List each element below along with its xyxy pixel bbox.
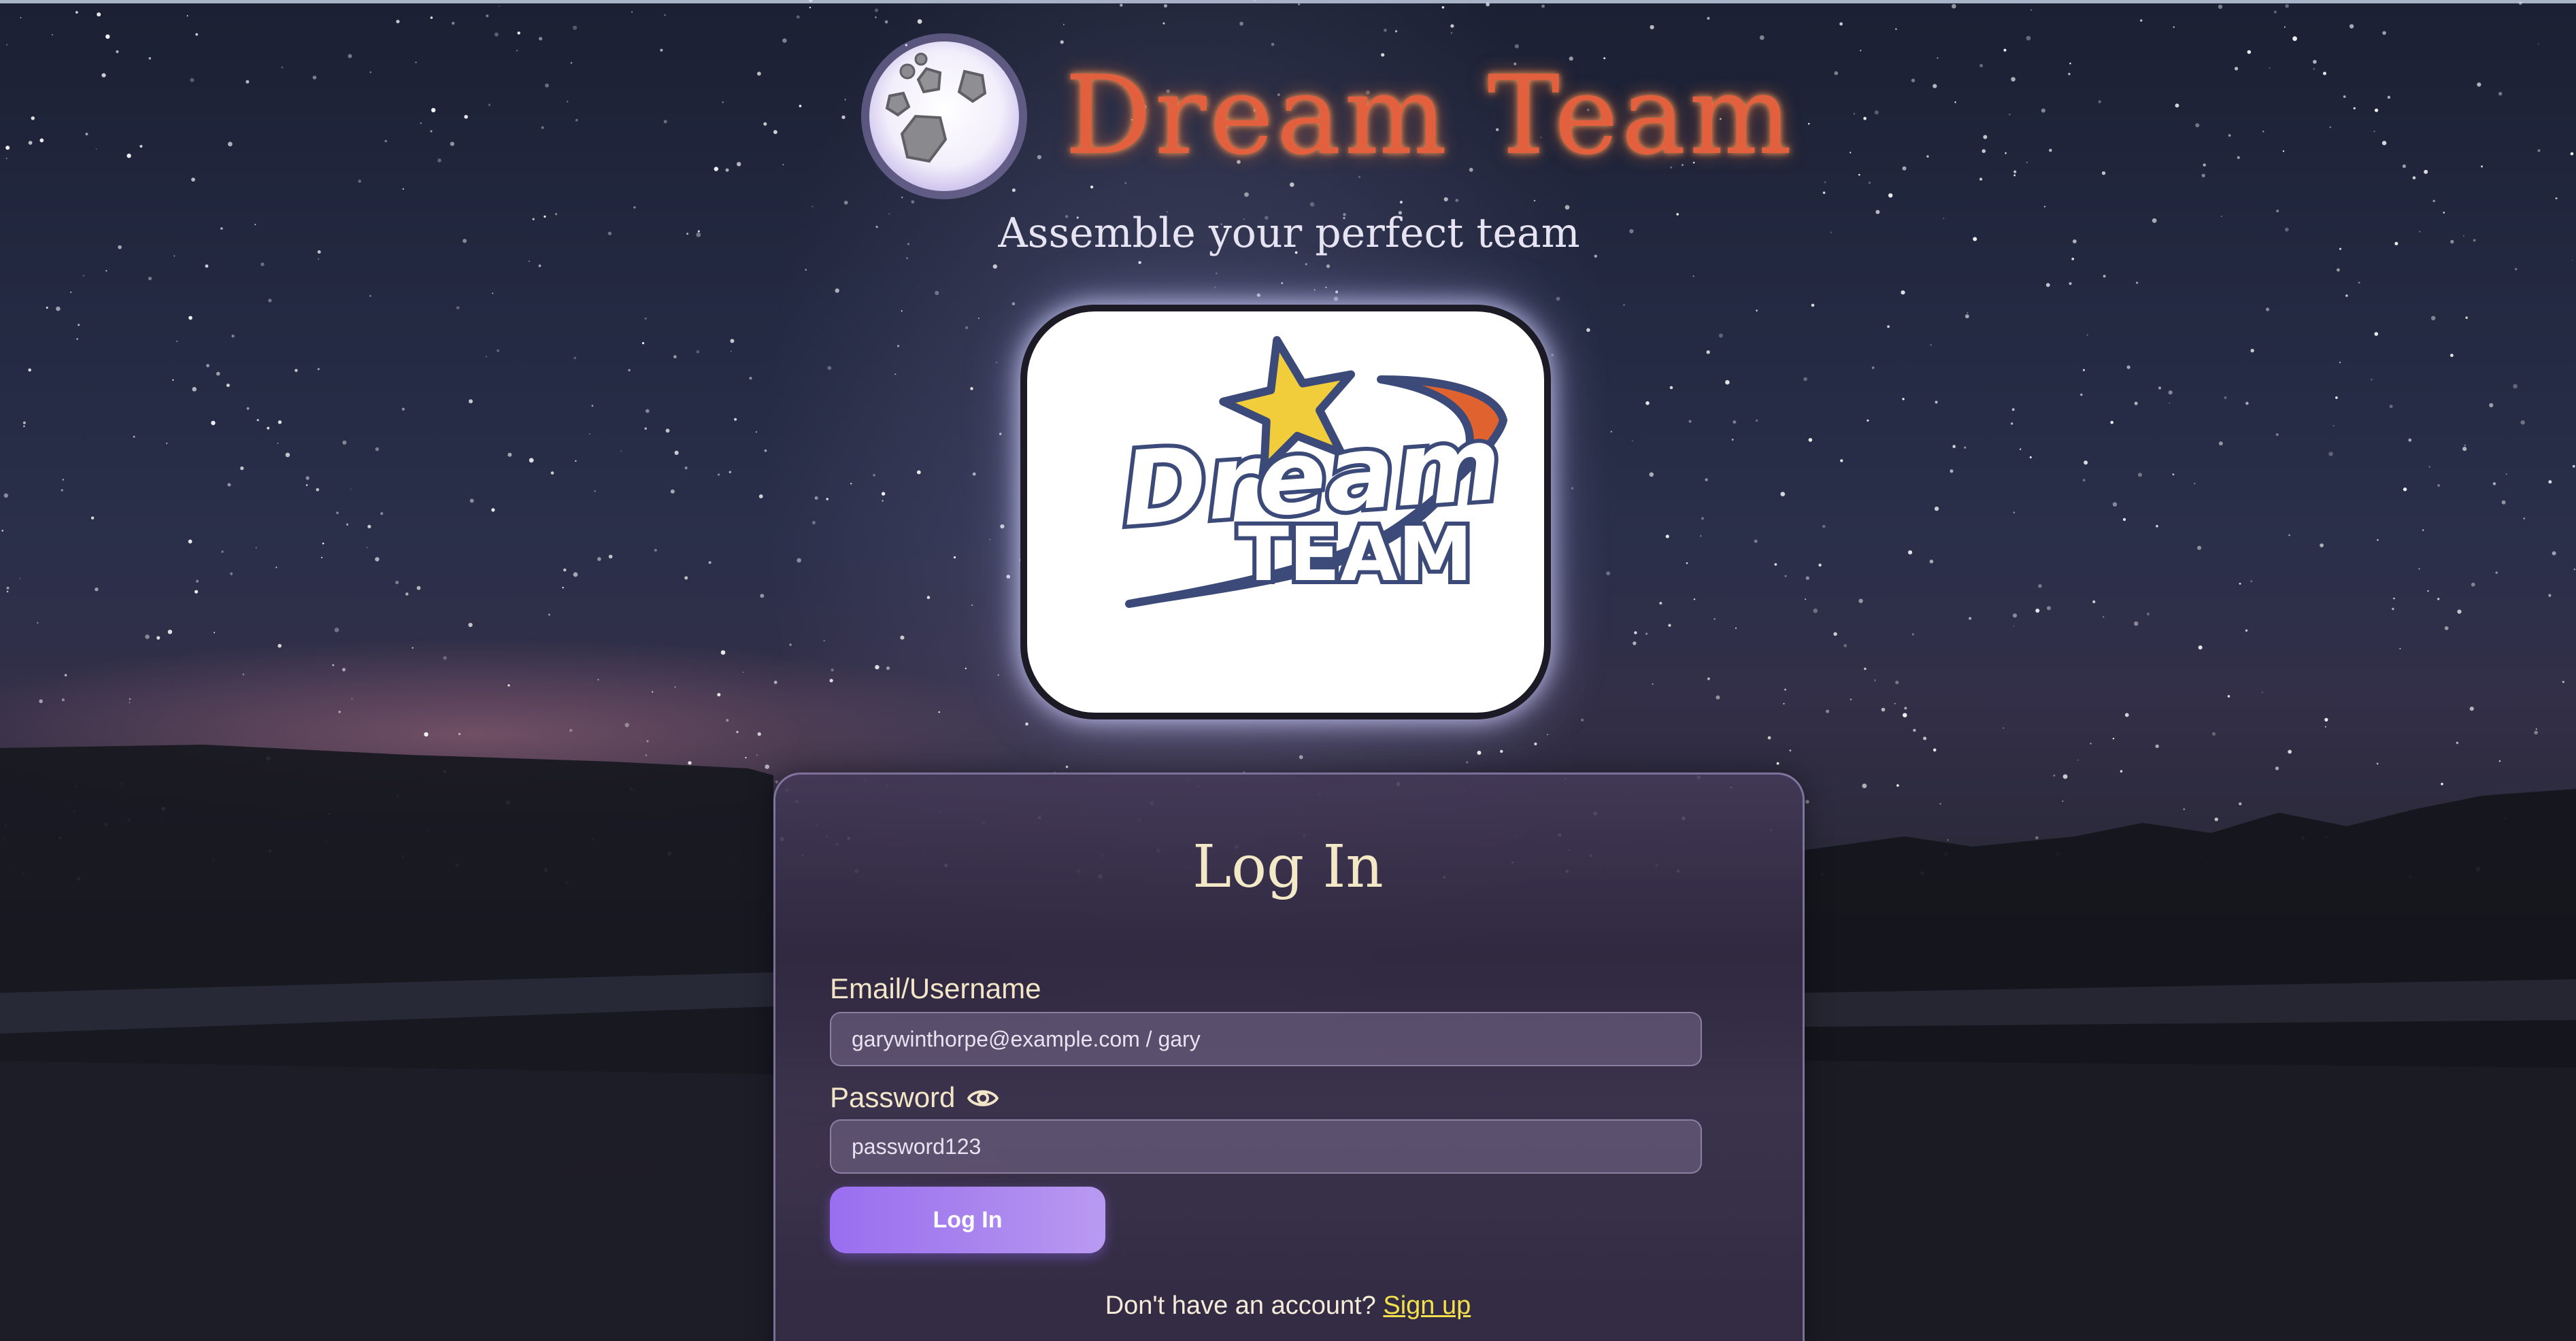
dream-team-logo: Dream TEAM — [1114, 336, 1509, 608]
signup-prompt-line: Don't have an account? Sign up — [0, 1287, 2576, 1325]
password-label: Password — [830, 1081, 956, 1113]
signup-prompt-text: Don't have an account? — [1105, 1291, 1376, 1320]
password-field[interactable] — [830, 1119, 1702, 1174]
eye-icon[interactable] — [966, 1083, 1000, 1114]
email-username-field[interactable] — [830, 1012, 1702, 1066]
email-username-label: Email/Username — [830, 972, 1041, 1004]
logo-card: Dream TEAM — [1020, 305, 1551, 719]
login-page: Dream Team Assemble your perfect team Dr… — [0, 0, 2576, 1341]
signup-link[interactable]: Sign up — [1383, 1291, 1471, 1320]
app-tagline: Assemble your perfect team — [998, 209, 1580, 257]
moon-icon — [861, 33, 1027, 199]
login-heading: Log In — [1192, 833, 1384, 901]
app-title: Dream Team — [1065, 52, 1795, 179]
login-button[interactable]: Log In — [830, 1187, 1105, 1253]
logo-team-text: TEAM — [1238, 511, 1473, 598]
